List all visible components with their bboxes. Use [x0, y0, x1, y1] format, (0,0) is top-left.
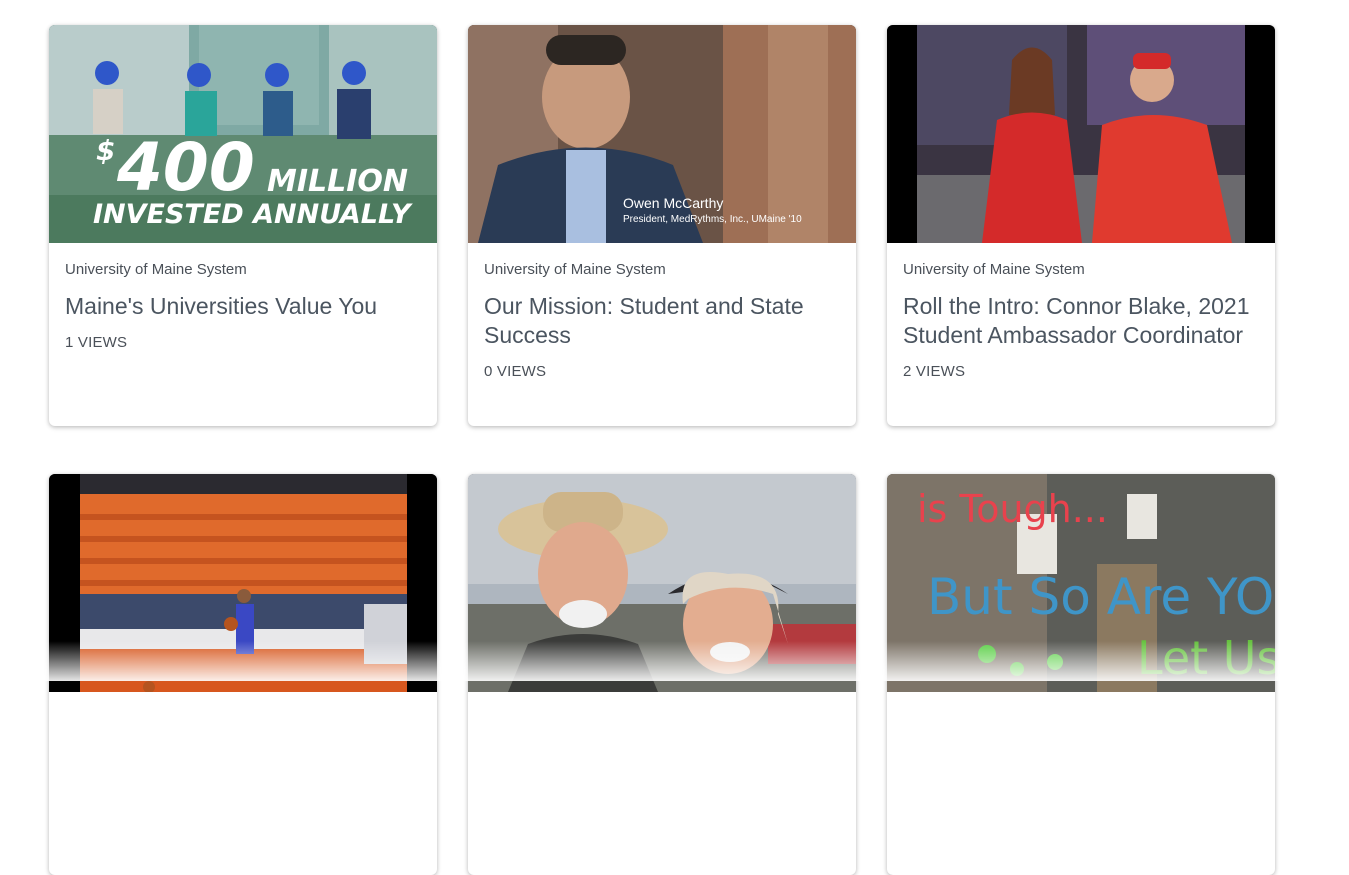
video-thumbnail[interactable]	[468, 474, 856, 692]
view-count: 2 VIEWS	[903, 363, 966, 380]
caption-name: Owen McCarthy	[623, 195, 723, 211]
overlay-dollar: $	[96, 134, 115, 167]
video-card[interactable]	[49, 474, 437, 875]
thumbnail-image: Owen McCarthy President, MedRythms, Inc.…	[468, 25, 856, 243]
overlay-invested: INVESTED ANNUALLY	[93, 199, 413, 230]
view-count: 1 VIEWS	[65, 334, 128, 351]
thumbnail-image	[468, 474, 856, 692]
video-thumbnail[interactable]: is Tough... But So Are YOU Let Us	[887, 474, 1275, 692]
video-card[interactable]: is Tough... But So Are YOU Let Us	[887, 474, 1275, 875]
video-card[interactable]: University of Maine System Roll the Intr…	[887, 25, 1275, 426]
video-card[interactable]: $ 400 MILLION INVESTED ANNUALLY Universi…	[49, 25, 437, 426]
video-thumbnail[interactable]	[887, 25, 1275, 243]
video-grid: $ 400 MILLION INVESTED ANNUALLY Universi…	[49, 25, 1275, 875]
thumbnail-image	[49, 474, 437, 692]
video-card[interactable]: Owen McCarthy President, MedRythms, Inc.…	[468, 25, 856, 426]
sign-line3: Let Us	[1137, 631, 1275, 685]
video-thumbnail[interactable]: Owen McCarthy President, MedRythms, Inc.…	[468, 25, 856, 243]
overlay-million: MILLION	[267, 164, 408, 199]
thumbnail-image: is Tough... But So Are YOU Let Us	[887, 474, 1275, 692]
overlay-amount: 400	[116, 129, 255, 206]
video-title[interactable]: Our Mission: Student and State Success	[484, 292, 840, 350]
video-title[interactable]: Maine's Universities Value You	[65, 292, 421, 321]
video-thumbnail[interactable]: $ 400 MILLION INVESTED ANNUALLY	[49, 25, 437, 243]
video-title[interactable]: Roll the Intro: Connor Blake, 2021 Stude…	[903, 292, 1259, 350]
thumbnail-image	[887, 25, 1275, 243]
channel-name[interactable]: University of Maine System	[484, 261, 840, 279]
sign-line2: But So Are YOU	[927, 568, 1275, 626]
sign-line1: is Tough...	[917, 487, 1108, 531]
video-thumbnail[interactable]	[49, 474, 437, 692]
caption-role: President, MedRythms, Inc., UMaine '10	[623, 214, 802, 225]
view-count: 0 VIEWS	[484, 363, 547, 380]
thumbnail-image: $ 400 MILLION INVESTED ANNUALLY	[49, 25, 437, 243]
video-card[interactable]	[468, 474, 856, 875]
channel-name[interactable]: University of Maine System	[903, 261, 1259, 279]
channel-name[interactable]: University of Maine System	[65, 261, 421, 279]
